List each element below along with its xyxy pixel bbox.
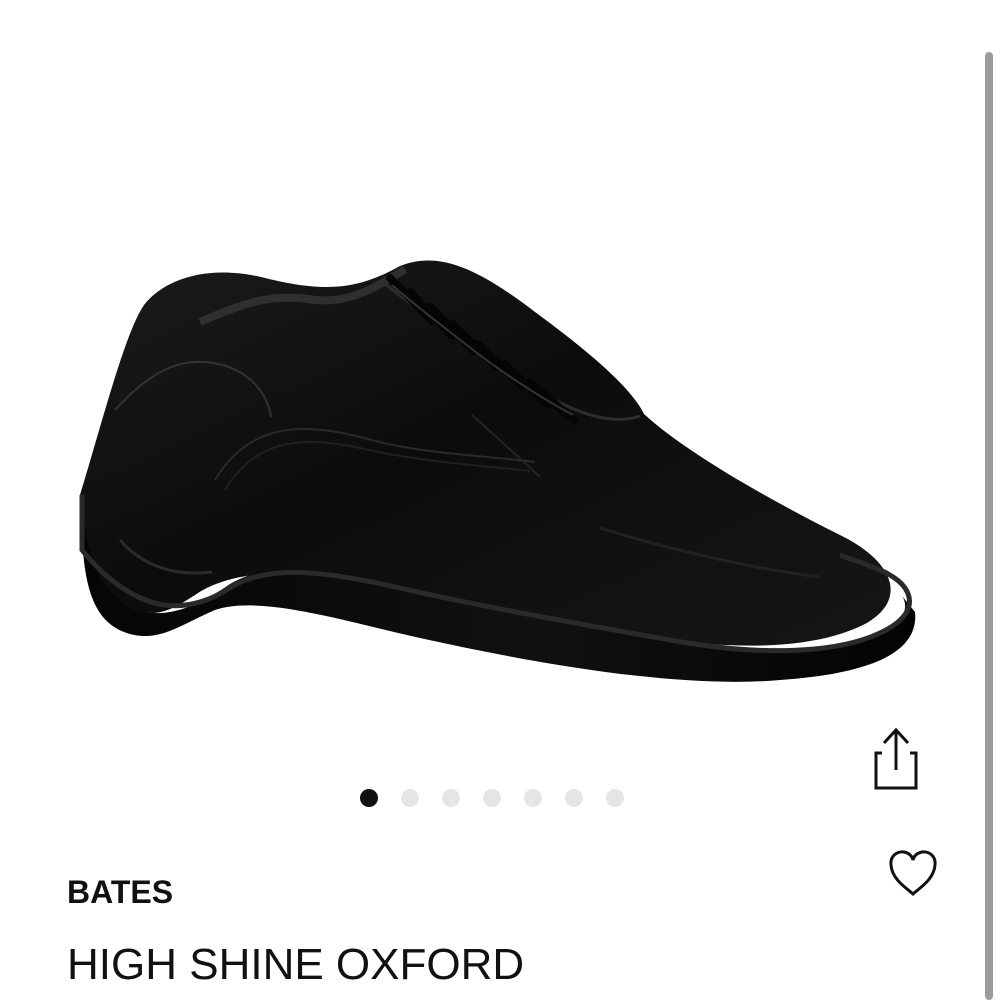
carousel-dot-7[interactable] <box>606 789 624 807</box>
page-scrollbar[interactable] <box>985 52 993 1000</box>
product-detail-page: BATES HIGH SHINE OXFORD <box>0 0 1000 1000</box>
carousel-dot-1[interactable] <box>360 789 378 807</box>
product-title: HIGH SHINE OXFORD <box>67 940 525 989</box>
carousel-dot-6[interactable] <box>565 789 583 807</box>
carousel-dot-4[interactable] <box>483 789 501 807</box>
product-image[interactable] <box>60 250 920 720</box>
carousel-dot-5[interactable] <box>524 789 542 807</box>
carousel-dot-2[interactable] <box>401 789 419 807</box>
carousel-dot-3[interactable] <box>442 789 460 807</box>
image-carousel-pagination[interactable] <box>360 786 650 810</box>
share-icon <box>874 727 918 790</box>
share-button[interactable] <box>866 722 926 794</box>
heart-icon <box>889 850 937 897</box>
favorite-button[interactable] <box>884 845 942 903</box>
product-brand: BATES <box>67 874 174 910</box>
